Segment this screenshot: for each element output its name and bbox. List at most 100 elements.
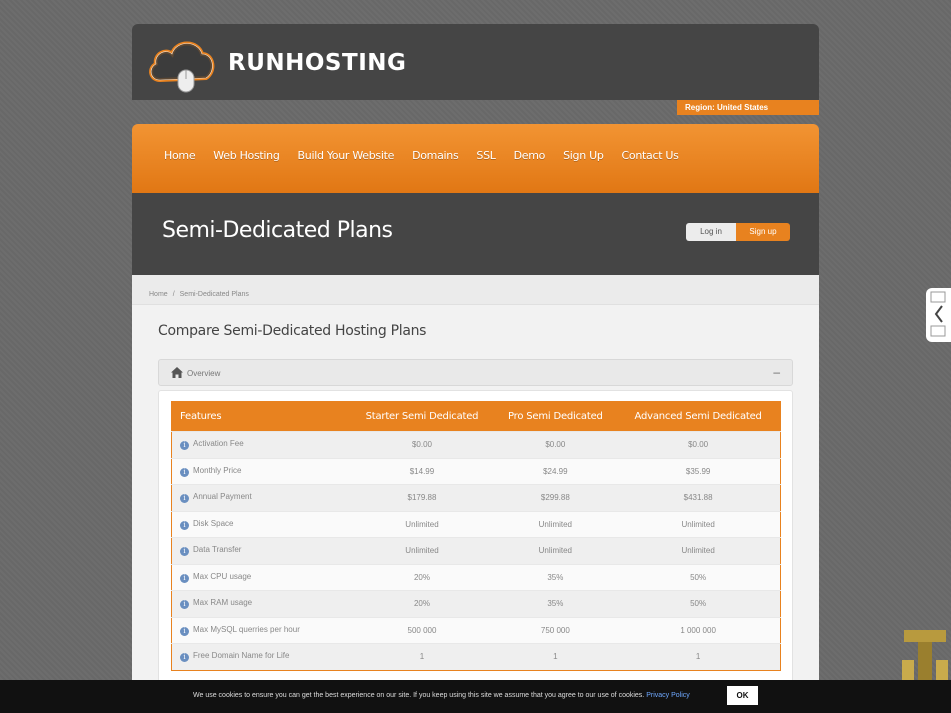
column-header-features: Features [171,401,350,432]
info-icon[interactable]: i [180,467,189,477]
table-row: i Monthly Price $14.99 $24.99 $35.99 [171,457,781,485]
feature-name-cell: i Activation Fee [171,431,350,458]
feature-label: Disk Space [193,518,234,528]
cloud-mouse-logo-icon[interactable] [146,32,218,94]
overview-accordion-header[interactable]: Overview – [158,359,793,386]
privacy-policy-link[interactable]: Privacy Policy [646,692,690,699]
plan-value-cell: Unlimited [616,537,781,564]
table-row: i Free Domain Name for Life 1 1 1 [171,643,781,670]
breadcrumb-separator: / [172,291,175,298]
info-icon[interactable]: i [180,573,189,583]
plans-table-container: Features Starter Semi Dedicated Pro Semi… [158,390,793,713]
plan-value-cell: 1 [349,643,495,670]
feature-name-cell: i Monthly Price [171,457,350,485]
plan-value-cell: 1 [494,643,617,670]
table-row: i Data Transfer Unlimited Unlimited Unlimite… [171,537,781,564]
info-icon[interactable]: i [180,600,189,610]
feature-label: Data Transfer [193,545,242,555]
info-icon[interactable]: i [180,547,189,557]
column-header-advanced: Advanced Semi Dedicated [616,401,781,432]
table-header-row: Features Starter Semi Dedicated Pro Semi… [171,401,781,432]
accordion-label: Overview [187,369,221,378]
cookie-text: We use cookies to ensure you can get the… [193,692,645,699]
plan-value-cell: 20% [349,590,495,617]
info-icon[interactable]: i [180,520,189,530]
main-navigation: Home Web Hosting Build Your Website Doma… [132,124,819,193]
info-icon[interactable]: i [180,626,189,636]
feature-name-cell: i Disk Space [171,510,350,538]
nav-item-web-hosting[interactable]: Web Hosting [213,149,280,162]
feature-label: Max MySQL querries per hour [193,624,300,634]
nav-item-home[interactable]: Home [164,149,196,162]
page-title: Semi-Dedicated Plans [162,218,393,243]
plan-value-cell: 35% [494,590,617,617]
login-button[interactable]: Log in [686,223,736,241]
nav-item-build-your-website[interactable]: Build Your Website [298,149,395,162]
feature-label: Annual Payment [193,492,252,502]
nav-item-sign-up[interactable]: Sign Up [563,149,604,162]
info-icon[interactable]: i [180,441,189,451]
feature-name-cell: i Max MySQL querries per hour [171,616,350,644]
page-hero: Semi-Dedicated Plans Log in Sign up [132,193,819,275]
info-icon[interactable]: i [180,653,189,663]
nav-item-ssl[interactable]: SSL [476,149,496,162]
plan-value-cell: Unlimited [616,510,781,538]
plan-value-cell: $299.88 [494,484,617,511]
feature-label: Monthly Price [193,465,242,475]
feature-name-cell: i Max CPU usage [171,563,350,591]
breadcrumb-current: Semi-Dedicated Plans [179,291,249,298]
plans-comparison-table: Features Starter Semi Dedicated Pro Semi… [171,401,781,671]
column-header-pro: Pro Semi Dedicated [494,401,617,432]
feature-label: Max RAM usage [193,598,253,608]
plan-value-cell: 750 000 [494,616,617,644]
plan-value-cell: Unlimited [349,537,495,564]
feature-label: Max CPU usage [193,571,252,581]
plan-value-cell: $0.00 [494,431,617,458]
nav-item-domains[interactable]: Domains [412,149,459,162]
signup-button[interactable]: Sign up [736,223,790,241]
plan-value-cell: $35.99 [616,457,781,485]
table-row: i Activation Fee $0.00 $0.00 $0.00 [171,431,781,458]
plan-value-cell: 1 [616,643,781,670]
plan-value-cell: $24.99 [494,457,617,485]
table-row: i Max MySQL querries per hour 500 000 750 0… [171,616,781,644]
plan-value-cell: Unlimited [349,510,495,538]
nav-item-contact-us[interactable]: Contact Us [622,149,679,162]
feature-name-cell: i Free Domain Name for Life [171,643,350,670]
cookie-consent-bar: We use cookies to ensure you can get the… [0,680,951,713]
breadcrumb: Home / Semi-Dedicated Plans [132,275,819,305]
feature-label: Activation Fee [193,439,244,449]
table-row: i Disk Space Unlimited Unlimited Unlimited [171,510,781,538]
table-row: i Max RAM usage 20% 35% 50% [171,590,781,617]
feature-name-cell: i Max RAM usage [171,590,350,617]
feature-name-cell: i Annual Payment [171,484,350,511]
plan-value-cell: 500 000 [349,616,495,644]
brand-name[interactable]: RUNHOSTING [228,50,406,76]
plan-value-cell: $0.00 [616,431,781,458]
nav-item-demo[interactable]: Demo [514,149,546,162]
plan-value-cell: 50% [616,563,781,591]
table-row: i Annual Payment $179.88 $299.88 $431.88 [171,484,781,511]
chevron-left-icon[interactable] [926,288,951,342]
main-content: Home / Semi-Dedicated Plans Compare Semi-D… [132,275,819,713]
column-header-starter: Starter Semi Dedicated [349,401,495,432]
plan-value-cell: 50% [616,590,781,617]
collapse-toggle-icon[interactable]: – [773,365,780,379]
cookie-message: We use cookies to ensure you can get the… [193,692,690,699]
plan-value-cell: $179.88 [349,484,495,511]
feature-label: Free Domain Name for Life [193,651,290,661]
table-row: i Max CPU usage 20% 35% 50% [171,563,781,591]
section-heading: Compare Semi-Dedicated Hosting Plans [158,323,427,339]
region-selector[interactable]: Region: United States [677,100,819,115]
site-header: RUNHOSTING [132,24,819,100]
plan-value-cell: $0.00 [349,431,495,458]
cookie-ok-button[interactable]: OK [727,686,758,705]
info-icon[interactable]: i [180,494,189,504]
breadcrumb-home[interactable]: Home [149,291,168,298]
plan-value-cell: 1 000 000 [616,616,781,644]
plan-value-cell: 20% [349,563,495,591]
plan-value-cell: 35% [494,563,617,591]
plan-value-cell: $431.88 [616,484,781,511]
plan-value-cell: $14.99 [349,457,495,485]
side-tools-widget[interactable] [926,288,951,342]
